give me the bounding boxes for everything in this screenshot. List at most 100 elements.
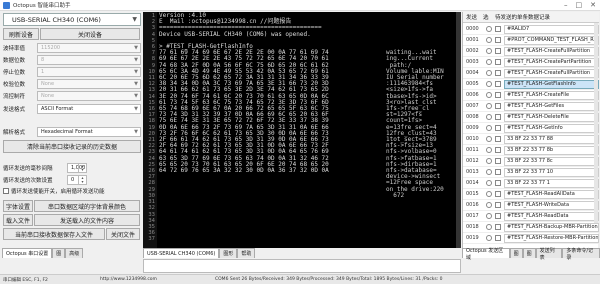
command-field[interactable]: #TEST_FLASH-GetInfo [504,123,599,133]
send-list-row[interactable]: 0016 #TEST_FLASH-WriteData [463,200,599,211]
select-checkbox[interactable] [495,191,501,197]
send-list-row[interactable]: 0008 #TEST_FLASH-DeleteFile [463,112,599,123]
tab-port[interactable]: USB-SERIAL CH340 (COM6) [143,248,220,258]
auto-send-checkbox[interactable]: 循环发送使能开关，启用循环发送功能 [3,187,105,195]
send-list-row[interactable]: 0001 #PROT_COMMAND_TEST_FLASH_Ra [463,35,599,46]
command-field[interactable]: #TEST_FLASH-CreateFile [504,90,599,100]
select-checkbox[interactable] [495,136,501,142]
receive-terminal[interactable]: 1 2 3 4 5 6 7 8 9 10 11 12 13 14 15 16 17 18 19 20 21 22 23 24 2… [143,12,461,248]
select-checkbox[interactable] [495,48,501,54]
send-radio[interactable] [486,103,492,109]
close-device-button[interactable]: 关闭设备 [40,28,140,40]
close-file-button[interactable]: 关闭文件 [106,228,140,240]
send-list-row[interactable]: 0009 #TEST_FLASH-GetInfo [463,123,599,134]
send-list-row[interactable]: 0006 #TEST_FLASH-CreateFile [463,90,599,101]
select-checkbox[interactable] [495,147,501,153]
command-field[interactable]: #PROT_COMMAND_TEST_FLASH_Ra [504,35,599,45]
send-list-row[interactable]: 0005 #TEST_FLASH-GetFlashInfo [463,79,599,90]
flow-control-field[interactable]: None ▼ [37,90,141,101]
select-checkbox[interactable] [495,92,501,98]
tab-multi-commands[interactable]: 多条命令/记录 [562,248,600,261]
send-radio[interactable] [486,180,492,186]
send-radio[interactable] [486,224,492,230]
command-field[interactable]: #TEST_FLASH-ReadAllData [504,189,599,199]
select-checkbox[interactable] [495,37,501,43]
send-list-row[interactable]: 0013 33 BF 22 33 77 10 [463,167,599,178]
tab-serial-settings[interactable]: Octopus 串口设置 [2,248,53,258]
tab-help[interactable]: 帮助 [237,248,256,258]
tab-advanced[interactable]: 高级 [65,248,84,258]
tab-graph[interactable]: 图形 [219,248,238,258]
send-list-row[interactable]: 0007 #TEST_FLASH-GetFiles [463,101,599,112]
send-list-row[interactable]: 0002 #TEST_FLASH-CreateFullPartition [463,46,599,57]
command-field[interactable]: 33 BF 22 33 77 8c [504,156,599,166]
send-radio[interactable] [486,202,492,208]
command-field[interactable]: #RALID7 [504,24,599,34]
maximize-icon[interactable]: □ [576,1,583,9]
close-icon[interactable]: ✕ [590,1,596,9]
command-field[interactable]: 33 BF 22 33 77 88 [504,134,599,144]
select-checkbox[interactable] [495,81,501,87]
send-radio[interactable] [486,158,492,164]
select-checkbox[interactable] [495,169,501,175]
select-checkbox[interactable] [495,235,501,241]
send-list-row[interactable]: 0004 #TEST_FLASH-CreateFullPartition [463,68,599,79]
command-field[interactable]: #TEST_FLASH-Backup-MBR-Partition [504,222,599,232]
send-radio[interactable] [486,92,492,98]
command-field[interactable]: 33 BF 22 33 77 10 [504,167,599,177]
tab-send-list[interactable]: 发送列表 [535,248,563,261]
minimize-icon[interactable]: – [564,1,568,9]
command-field[interactable]: 33 BF 22 33 77 1 [504,178,599,188]
send-file-button[interactable]: 发送载入的文件内容 [34,214,140,226]
tab-left-icon[interactable]: 图 [52,248,66,258]
send-format-select[interactable]: ASCII Format ▼ [37,103,141,114]
send-list-scrollbar[interactable] [594,23,598,223]
send-list-row[interactable]: 0003 #TEST_FLASH-CreatePartPartition [463,57,599,68]
send-radio[interactable] [486,26,492,32]
send-list-row[interactable]: 0000 #RALID7 [463,24,599,35]
send-radio[interactable] [486,191,492,197]
send-radio[interactable] [486,48,492,54]
send-radio[interactable] [486,81,492,87]
command-field[interactable]: 33 BF 22 33 77 8b [504,145,599,155]
command-field[interactable]: #TEST_FLASH-GetFlashInfo [504,79,599,89]
send-list-row[interactable]: 0018 #TEST_FLASH-Backup-MBR-Partition [463,222,599,233]
command-field[interactable]: #TEST_FLASH-DeleteFile [504,112,599,122]
export-log-button[interactable]: 当前串口接收数据保存入文件 [3,228,105,240]
send-list-row[interactable]: 0011 33 BF 22 33 77 8b [463,145,599,156]
loop-count-field[interactable]: 0 ▴ ▾ [67,174,87,185]
send-list-row[interactable]: 0019 #TEST_FLASH-Restore-MBR-Partition [463,233,599,244]
send-radio[interactable] [486,114,492,120]
send-radio[interactable] [486,37,492,43]
select-checkbox[interactable] [495,180,501,186]
tab-right-icon-2[interactable]: 图 [522,248,536,258]
select-checkbox[interactable] [495,59,501,65]
select-checkbox[interactable] [495,125,501,131]
send-list-row[interactable]: 0014 33 BF 22 33 77 1 [463,178,599,189]
status-url[interactable]: http://www.1234998.com [100,277,157,282]
select-checkbox[interactable] [495,70,501,76]
select-checkbox[interactable] [495,213,501,219]
loop-interval-field[interactable]: 1,000 ▴ ▾ [67,162,87,173]
select-checkbox[interactable] [495,114,501,120]
send-list-row[interactable]: 0012 33 BF 22 33 77 8c [463,156,599,167]
send-radio[interactable] [486,70,492,76]
command-field[interactable]: #TEST_FLASH-ReadData [504,211,599,221]
port-select[interactable]: USB-SERIAL CH340 (COM6) ▼ [3,13,141,26]
send-radio[interactable] [486,59,492,65]
command-field[interactable]: #TEST_FLASH-CreatePartPartition [504,57,599,67]
rx-color-button[interactable]: 串口数据区域的字体背景颜色 [34,200,140,212]
select-checkbox[interactable] [495,26,501,32]
send-radio[interactable] [486,125,492,131]
command-field[interactable]: #TEST_FLASH-WriteData [504,200,599,210]
select-checkbox[interactable] [495,202,501,208]
command-field[interactable]: #TEST_FLASH-CreateFullPartition [504,46,599,56]
baud-rate-field[interactable]: 115200 ▼ [37,42,141,53]
select-checkbox[interactable] [495,224,501,230]
send-list-row[interactable]: 0015 #TEST_FLASH-ReadAllData [463,189,599,200]
send-list-row[interactable]: 0017 #TEST_FLASH-ReadData [463,211,599,222]
send-input[interactable] [143,259,461,273]
select-checkbox[interactable] [495,158,501,164]
refresh-button[interactable]: 刷新设备 [3,28,39,40]
send-radio[interactable] [486,213,492,219]
